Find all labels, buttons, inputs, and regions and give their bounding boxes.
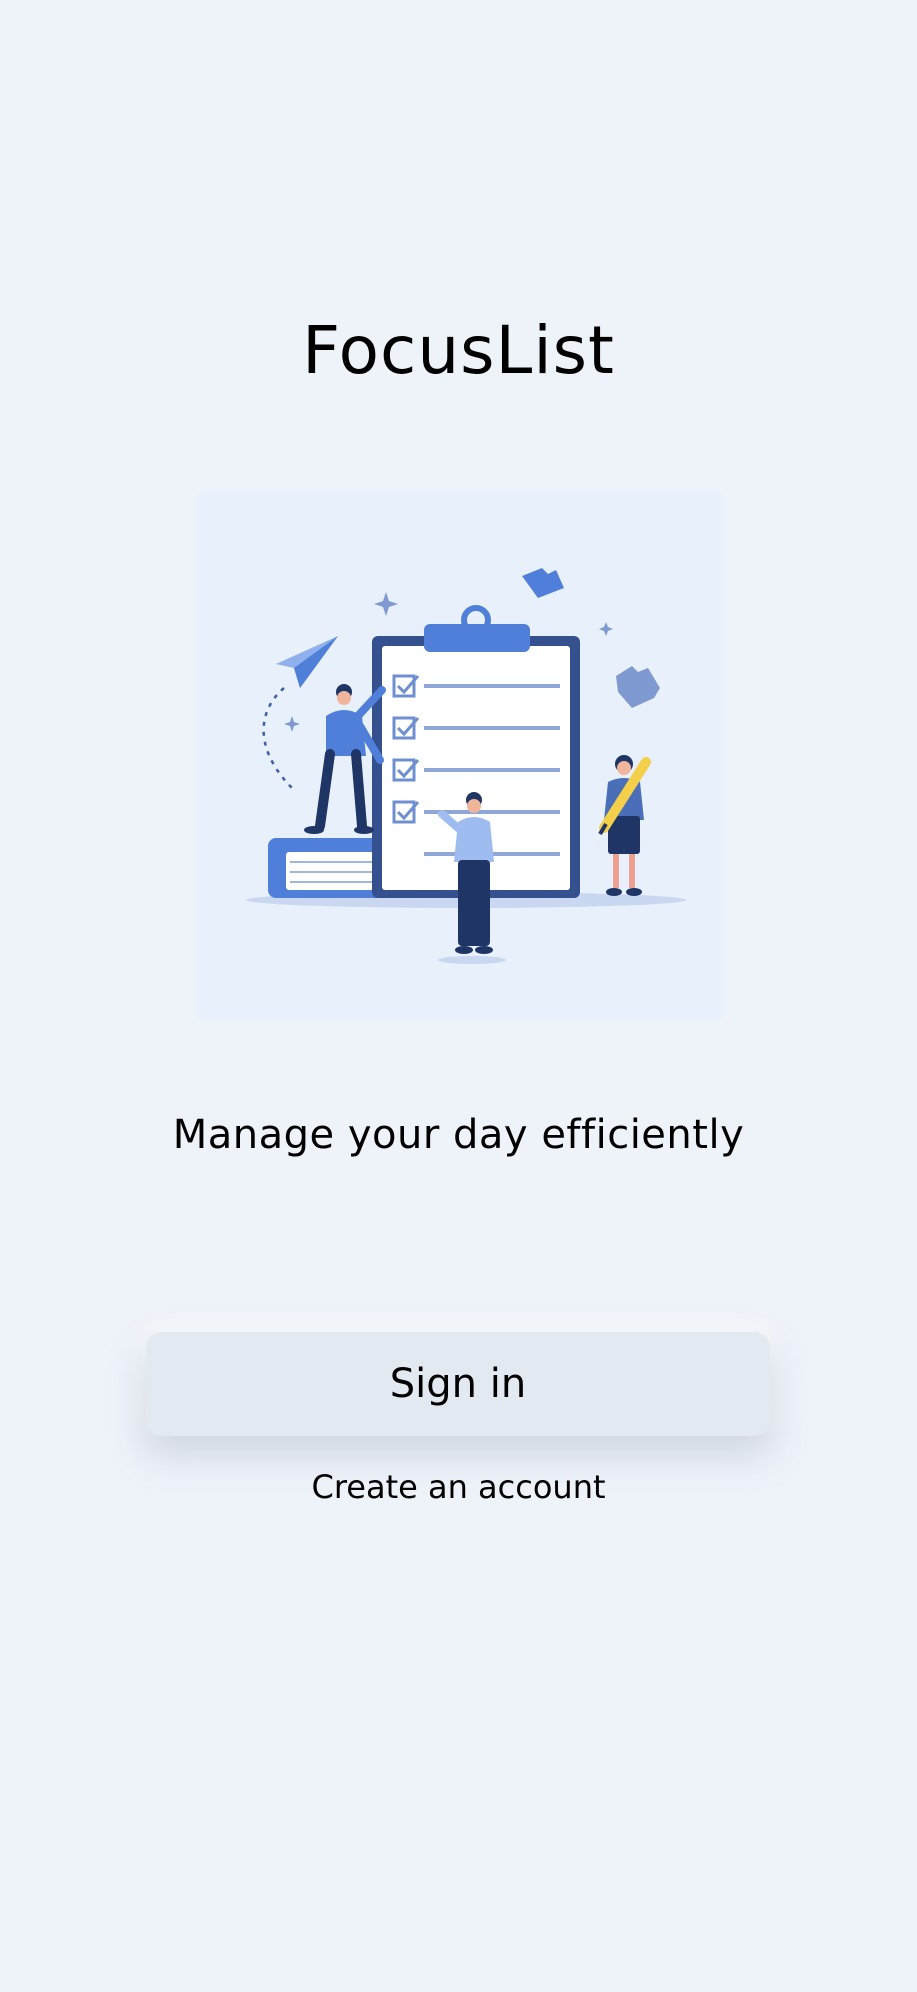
app-title: FocusList bbox=[302, 312, 615, 389]
sign-in-button[interactable]: Sign in bbox=[146, 1332, 770, 1436]
tagline: Manage your day efficiently bbox=[172, 1112, 745, 1158]
create-account-link[interactable]: Create an account bbox=[0, 1468, 917, 1506]
checklist-team-illustration-icon bbox=[246, 568, 686, 964]
hero-illustration bbox=[196, 492, 724, 1020]
